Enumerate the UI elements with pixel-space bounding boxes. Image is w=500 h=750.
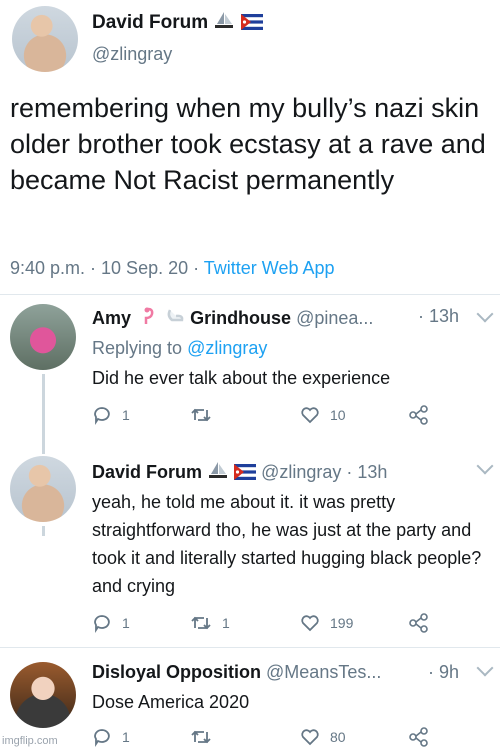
reply-text: Did he ever talk about the experience bbox=[92, 368, 391, 388]
heart-icon bbox=[301, 729, 319, 746]
reply-timestamp[interactable]: · 13h bbox=[418, 306, 459, 327]
avatar[interactable] bbox=[10, 304, 76, 370]
like-button[interactable]: 10 bbox=[300, 402, 346, 428]
tweet-meta: 9:40 p.m. · 10 Sep. 20 · Twitter Web App bbox=[10, 258, 335, 279]
replying-to: Replying to @zlingray bbox=[92, 338, 268, 358]
cuba-flag-icon bbox=[234, 464, 257, 480]
retweet-icon bbox=[191, 730, 211, 744]
sailboat-emoji-icon bbox=[215, 12, 234, 28]
share-button[interactable] bbox=[408, 610, 430, 636]
retweet-icon bbox=[191, 408, 211, 422]
retweet-button[interactable]: 1 bbox=[190, 610, 230, 636]
author-name[interactable]: David Forum bbox=[92, 10, 263, 34]
reply-timestamp[interactable]: · 9h bbox=[428, 662, 459, 683]
replying-to-handle[interactable]: @zlingray bbox=[187, 338, 267, 358]
like-button[interactable]: 199 bbox=[300, 610, 353, 636]
avatar[interactable] bbox=[10, 662, 76, 728]
retweet-button[interactable] bbox=[190, 402, 222, 428]
reply-button[interactable]: 1 bbox=[92, 402, 130, 428]
divider bbox=[0, 294, 500, 295]
share-button[interactable] bbox=[408, 402, 430, 428]
author-handle[interactable]: @zlingray bbox=[261, 462, 341, 482]
chevron-down-icon[interactable] bbox=[476, 659, 494, 677]
action-bar: 1 10 bbox=[92, 402, 452, 428]
heart-icon bbox=[301, 615, 319, 632]
retweet-icon bbox=[191, 616, 211, 630]
share-button[interactable] bbox=[408, 724, 430, 750]
share-icon bbox=[409, 405, 428, 425]
reply-timestamp[interactable]: · 13h bbox=[346, 462, 387, 482]
author-name[interactable]: Grindhouse bbox=[190, 308, 291, 328]
share-icon bbox=[409, 727, 428, 747]
reply-button[interactable]: 1 bbox=[92, 610, 130, 636]
author-name[interactable]: David Forum bbox=[92, 462, 202, 482]
reply-header: David Forum @zlingray · 13h bbox=[92, 460, 387, 483]
reply-icon bbox=[94, 615, 110, 633]
main-tweet: David Forum @zlingray remembering when m… bbox=[0, 0, 500, 295]
chevron-down-icon[interactable] bbox=[476, 457, 494, 475]
tweet-client-link[interactable]: Twitter Web App bbox=[204, 258, 335, 278]
flamingo-emoji-icon bbox=[144, 307, 154, 324]
reply-text: Dose America 2020 bbox=[92, 692, 250, 712]
reply-tweet[interactable]: Amy Grindhouse @pinea... · 13h Replying … bbox=[0, 296, 500, 444]
author-name[interactable]: Disloyal Opposition bbox=[92, 662, 261, 682]
share-icon bbox=[409, 613, 428, 633]
like-button[interactable]: 80 bbox=[300, 724, 346, 750]
reply-header: Disloyal Opposition @MeansTes... bbox=[92, 662, 381, 683]
avatar[interactable] bbox=[12, 6, 78, 72]
author-handle[interactable]: @MeansTes... bbox=[266, 662, 381, 682]
cuba-flag-icon bbox=[240, 14, 263, 30]
action-bar: 1 1 199 bbox=[92, 610, 452, 636]
reply-icon bbox=[94, 729, 110, 747]
tweet-text: remembering when my bully’s nazi skin ol… bbox=[10, 93, 486, 195]
retweet-button[interactable] bbox=[190, 724, 222, 750]
watermark: imgflip.com bbox=[2, 735, 58, 747]
reply-icon bbox=[94, 407, 110, 425]
swan-emoji-icon bbox=[167, 309, 184, 322]
reply-tweet[interactable]: David Forum @zlingray · 13h yeah, he tol… bbox=[0, 446, 500, 646]
chevron-down-icon[interactable] bbox=[476, 305, 494, 323]
sailboat-emoji-icon bbox=[209, 462, 228, 478]
avatar[interactable] bbox=[10, 456, 76, 522]
reply-button[interactable]: 1 bbox=[92, 724, 130, 750]
reply-tweet[interactable]: Disloyal Opposition @MeansTes... · 9h Do… bbox=[0, 648, 500, 750]
author-name[interactable]: Amy bbox=[92, 308, 131, 328]
reply-text: yeah, he told me about it. it was pretty… bbox=[92, 492, 482, 596]
reply-header: Amy Grindhouse @pinea... bbox=[92, 306, 373, 329]
author-handle[interactable]: @pinea... bbox=[296, 308, 373, 328]
heart-icon bbox=[301, 407, 319, 424]
tweet-timestamp[interactable]: 9:40 p.m. · 10 Sep. 20 · bbox=[10, 258, 204, 278]
action-bar: 1 80 bbox=[92, 724, 452, 750]
author-handle[interactable]: @zlingray bbox=[92, 44, 172, 65]
